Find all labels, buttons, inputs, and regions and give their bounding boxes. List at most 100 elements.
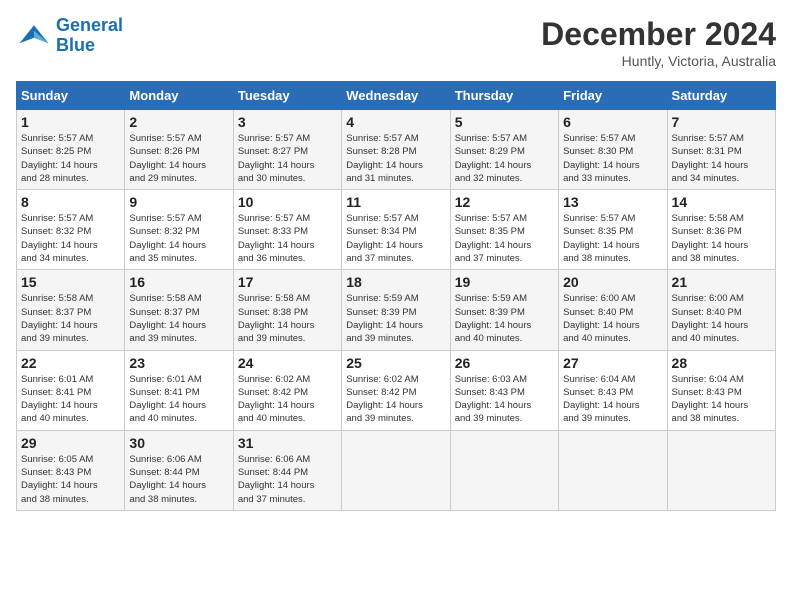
day-cell: 5 Sunrise: 5:57 AM Sunset: 8:29 PM Dayli…: [450, 110, 558, 190]
day-info: Sunrise: 6:04 AM Sunset: 8:43 PM Dayligh…: [563, 373, 662, 426]
day-cell: 21 Sunrise: 6:00 AM Sunset: 8:40 PM Dayl…: [667, 270, 775, 350]
week-row-1: 1 Sunrise: 5:57 AM Sunset: 8:25 PM Dayli…: [17, 110, 776, 190]
week-row-2: 8 Sunrise: 5:57 AM Sunset: 8:32 PM Dayli…: [17, 190, 776, 270]
day-number: 18: [346, 274, 445, 290]
day-number: 3: [238, 114, 337, 130]
day-cell: 22 Sunrise: 6:01 AM Sunset: 8:41 PM Dayl…: [17, 350, 125, 430]
day-info: Sunrise: 5:57 AM Sunset: 8:29 PM Dayligh…: [455, 132, 554, 185]
day-info: Sunrise: 5:57 AM Sunset: 8:32 PM Dayligh…: [129, 212, 228, 265]
day-cell: 11 Sunrise: 5:57 AM Sunset: 8:34 PM Dayl…: [342, 190, 450, 270]
day-number: 7: [672, 114, 771, 130]
week-row-4: 22 Sunrise: 6:01 AM Sunset: 8:41 PM Dayl…: [17, 350, 776, 430]
day-cell: 30 Sunrise: 6:06 AM Sunset: 8:44 PM Dayl…: [125, 430, 233, 510]
day-number: 29: [21, 435, 120, 451]
day-info: Sunrise: 6:06 AM Sunset: 8:44 PM Dayligh…: [238, 453, 337, 506]
day-header-wednesday: Wednesday: [342, 82, 450, 110]
day-cell: 28 Sunrise: 6:04 AM Sunset: 8:43 PM Dayl…: [667, 350, 775, 430]
day-info: Sunrise: 6:00 AM Sunset: 8:40 PM Dayligh…: [563, 292, 662, 345]
day-number: 21: [672, 274, 771, 290]
day-cell: 31 Sunrise: 6:06 AM Sunset: 8:44 PM Dayl…: [233, 430, 341, 510]
title-block: December 2024 Huntly, Victoria, Australi…: [541, 16, 776, 69]
day-cell: 25 Sunrise: 6:02 AM Sunset: 8:42 PM Dayl…: [342, 350, 450, 430]
day-cell: 27 Sunrise: 6:04 AM Sunset: 8:43 PM Dayl…: [559, 350, 667, 430]
day-number: 5: [455, 114, 554, 130]
day-info: Sunrise: 6:02 AM Sunset: 8:42 PM Dayligh…: [346, 373, 445, 426]
day-cell: 3 Sunrise: 5:57 AM Sunset: 8:27 PM Dayli…: [233, 110, 341, 190]
day-number: 30: [129, 435, 228, 451]
day-cell: 4 Sunrise: 5:57 AM Sunset: 8:28 PM Dayli…: [342, 110, 450, 190]
day-number: 17: [238, 274, 337, 290]
day-number: 27: [563, 355, 662, 371]
day-cell: 1 Sunrise: 5:57 AM Sunset: 8:25 PM Dayli…: [17, 110, 125, 190]
logo-text: General Blue: [56, 16, 123, 56]
day-info: Sunrise: 5:58 AM Sunset: 8:38 PM Dayligh…: [238, 292, 337, 345]
day-info: Sunrise: 6:00 AM Sunset: 8:40 PM Dayligh…: [672, 292, 771, 345]
day-info: Sunrise: 5:57 AM Sunset: 8:35 PM Dayligh…: [455, 212, 554, 265]
day-number: 20: [563, 274, 662, 290]
day-number: 12: [455, 194, 554, 210]
day-info: Sunrise: 5:59 AM Sunset: 8:39 PM Dayligh…: [455, 292, 554, 345]
day-header-friday: Friday: [559, 82, 667, 110]
week-row-3: 15 Sunrise: 5:58 AM Sunset: 8:37 PM Dayl…: [17, 270, 776, 350]
day-cell: 14 Sunrise: 5:58 AM Sunset: 8:36 PM Dayl…: [667, 190, 775, 270]
day-cell: 10 Sunrise: 5:57 AM Sunset: 8:33 PM Dayl…: [233, 190, 341, 270]
day-cell: 19 Sunrise: 5:59 AM Sunset: 8:39 PM Dayl…: [450, 270, 558, 350]
day-cell: [667, 430, 775, 510]
day-cell: 12 Sunrise: 5:57 AM Sunset: 8:35 PM Dayl…: [450, 190, 558, 270]
day-cell: 13 Sunrise: 5:57 AM Sunset: 8:35 PM Dayl…: [559, 190, 667, 270]
day-cell: 24 Sunrise: 6:02 AM Sunset: 8:42 PM Dayl…: [233, 350, 341, 430]
day-number: 31: [238, 435, 337, 451]
day-cell: 20 Sunrise: 6:00 AM Sunset: 8:40 PM Dayl…: [559, 270, 667, 350]
day-cell: 6 Sunrise: 5:57 AM Sunset: 8:30 PM Dayli…: [559, 110, 667, 190]
day-info: Sunrise: 5:58 AM Sunset: 8:36 PM Dayligh…: [672, 212, 771, 265]
day-cell: 7 Sunrise: 5:57 AM Sunset: 8:31 PM Dayli…: [667, 110, 775, 190]
day-cell: 15 Sunrise: 5:58 AM Sunset: 8:37 PM Dayl…: [17, 270, 125, 350]
day-number: 1: [21, 114, 120, 130]
day-info: Sunrise: 6:01 AM Sunset: 8:41 PM Dayligh…: [129, 373, 228, 426]
day-number: 4: [346, 114, 445, 130]
day-header-sunday: Sunday: [17, 82, 125, 110]
day-number: 23: [129, 355, 228, 371]
day-number: 24: [238, 355, 337, 371]
day-number: 13: [563, 194, 662, 210]
day-info: Sunrise: 5:57 AM Sunset: 8:28 PM Dayligh…: [346, 132, 445, 185]
day-cell: 23 Sunrise: 6:01 AM Sunset: 8:41 PM Dayl…: [125, 350, 233, 430]
day-cell: [342, 430, 450, 510]
day-info: Sunrise: 6:03 AM Sunset: 8:43 PM Dayligh…: [455, 373, 554, 426]
page-header: General Blue December 2024 Huntly, Victo…: [16, 16, 776, 69]
day-number: 26: [455, 355, 554, 371]
day-info: Sunrise: 5:57 AM Sunset: 8:30 PM Dayligh…: [563, 132, 662, 185]
month-title: December 2024: [541, 16, 776, 53]
day-header-monday: Monday: [125, 82, 233, 110]
week-row-5: 29 Sunrise: 6:05 AM Sunset: 8:43 PM Dayl…: [17, 430, 776, 510]
header-row: SundayMondayTuesdayWednesdayThursdayFrid…: [17, 82, 776, 110]
day-info: Sunrise: 5:57 AM Sunset: 8:25 PM Dayligh…: [21, 132, 120, 185]
day-cell: 16 Sunrise: 5:58 AM Sunset: 8:37 PM Dayl…: [125, 270, 233, 350]
day-info: Sunrise: 6:01 AM Sunset: 8:41 PM Dayligh…: [21, 373, 120, 426]
day-info: Sunrise: 5:58 AM Sunset: 8:37 PM Dayligh…: [21, 292, 120, 345]
day-header-thursday: Thursday: [450, 82, 558, 110]
day-number: 22: [21, 355, 120, 371]
day-info: Sunrise: 5:57 AM Sunset: 8:32 PM Dayligh…: [21, 212, 120, 265]
day-info: Sunrise: 5:57 AM Sunset: 8:26 PM Dayligh…: [129, 132, 228, 185]
day-number: 10: [238, 194, 337, 210]
day-info: Sunrise: 5:58 AM Sunset: 8:37 PM Dayligh…: [129, 292, 228, 345]
day-info: Sunrise: 6:06 AM Sunset: 8:44 PM Dayligh…: [129, 453, 228, 506]
day-info: Sunrise: 5:57 AM Sunset: 8:27 PM Dayligh…: [238, 132, 337, 185]
calendar-table: SundayMondayTuesdayWednesdayThursdayFrid…: [16, 81, 776, 511]
day-info: Sunrise: 6:04 AM Sunset: 8:43 PM Dayligh…: [672, 373, 771, 426]
logo-icon: [16, 18, 52, 54]
day-info: Sunrise: 5:59 AM Sunset: 8:39 PM Dayligh…: [346, 292, 445, 345]
day-number: 15: [21, 274, 120, 290]
day-header-saturday: Saturday: [667, 82, 775, 110]
day-number: 9: [129, 194, 228, 210]
day-cell: 29 Sunrise: 6:05 AM Sunset: 8:43 PM Dayl…: [17, 430, 125, 510]
day-cell: [559, 430, 667, 510]
day-number: 11: [346, 194, 445, 210]
day-info: Sunrise: 5:57 AM Sunset: 8:35 PM Dayligh…: [563, 212, 662, 265]
day-cell: 2 Sunrise: 5:57 AM Sunset: 8:26 PM Dayli…: [125, 110, 233, 190]
day-number: 14: [672, 194, 771, 210]
day-cell: 26 Sunrise: 6:03 AM Sunset: 8:43 PM Dayl…: [450, 350, 558, 430]
logo: General Blue: [16, 16, 123, 56]
day-info: Sunrise: 6:02 AM Sunset: 8:42 PM Dayligh…: [238, 373, 337, 426]
